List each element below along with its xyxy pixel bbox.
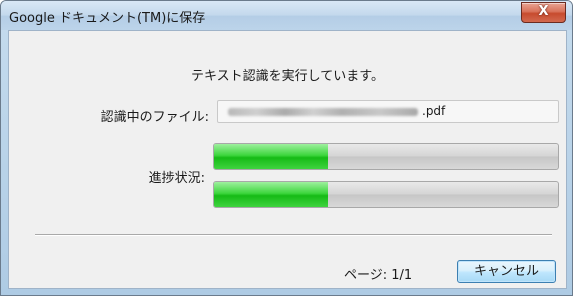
cancel-button[interactable]: キャンセル [457,260,556,283]
window-title: Google ドキュメント(TM)に保存 [9,11,206,26]
progress-bar-file [213,143,559,170]
progress-bar-total [213,181,559,208]
dialog-window: Google ドキュメント(TM)に保存 X テキスト認識を実行しています。 認… [0,0,573,296]
file-label: 認識中のファイル: [100,110,209,125]
blurred-file-name [228,108,418,116]
page-counter: ページ: 1/1 [344,268,413,283]
file-name-field: .pdf [217,100,559,123]
progress-fill [214,182,328,207]
divider [35,234,552,236]
progress-label: 進捗状況: [148,171,205,186]
dialog-content: テキスト認識を実行しています。 認識中のファイル: .pdf 進捗状況: ページ… [8,30,567,289]
close-icon: X [538,4,549,19]
progress-fill [214,144,328,169]
title-bar[interactable]: Google ドキュメント(TM)に保存 X [1,1,572,30]
file-extension: .pdf [422,104,446,118]
close-button[interactable]: X [521,2,566,23]
status-message: テキスト認識を実行しています。 [191,69,384,84]
